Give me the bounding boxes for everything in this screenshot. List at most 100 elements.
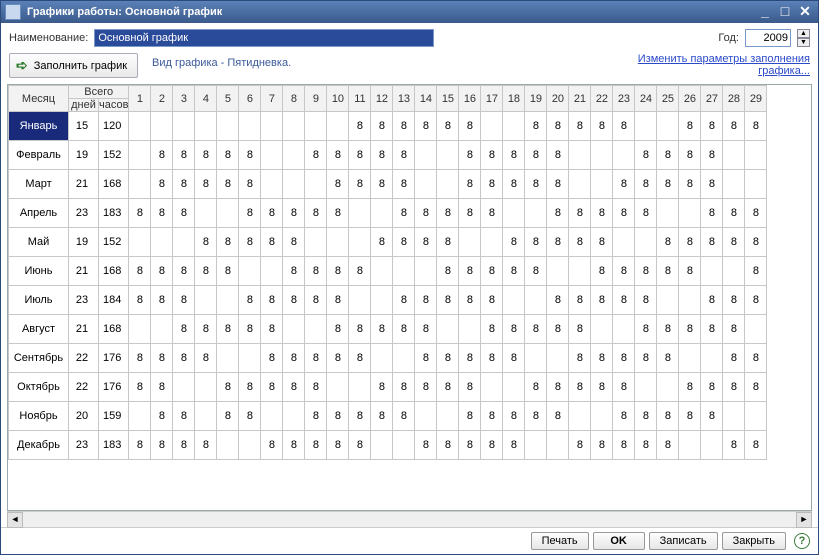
day-cell[interactable] — [613, 228, 635, 257]
month-cell[interactable]: Февраль — [9, 141, 69, 170]
day-cell[interactable] — [525, 286, 547, 315]
col-day-23[interactable]: 23 — [613, 86, 635, 112]
day-cell[interactable]: 8 — [349, 344, 371, 373]
day-cell[interactable]: 8 — [591, 199, 613, 228]
day-cell[interactable] — [415, 141, 437, 170]
day-cell[interactable]: 8 — [745, 199, 767, 228]
day-cell[interactable] — [173, 112, 195, 141]
day-cell[interactable]: 8 — [327, 402, 349, 431]
day-cell[interactable]: 8 — [679, 170, 701, 199]
day-cell[interactable]: 8 — [129, 257, 151, 286]
day-cell[interactable]: 8 — [349, 112, 371, 141]
day-cell[interactable]: 8 — [657, 315, 679, 344]
hours-cell[interactable]: 152 — [99, 141, 129, 170]
day-cell[interactable]: 8 — [327, 286, 349, 315]
day-cell[interactable] — [547, 431, 569, 460]
day-cell[interactable] — [657, 199, 679, 228]
day-cell[interactable] — [305, 228, 327, 257]
col-day-2[interactable]: 2 — [151, 86, 173, 112]
day-cell[interactable]: 8 — [547, 141, 569, 170]
day-cell[interactable]: 8 — [481, 141, 503, 170]
month-cell[interactable]: Апрель — [9, 199, 69, 228]
day-cell[interactable] — [591, 141, 613, 170]
day-cell[interactable]: 8 — [635, 170, 657, 199]
day-cell[interactable]: 8 — [305, 344, 327, 373]
title-bar[interactable]: Графики работы: Основной график _ □ ✕ — [1, 1, 818, 23]
ok-button[interactable]: OK — [593, 532, 645, 550]
day-cell[interactable]: 8 — [569, 373, 591, 402]
month-cell[interactable]: Октябрь — [9, 373, 69, 402]
close-form-button[interactable]: Закрыть — [722, 532, 786, 550]
name-input[interactable] — [94, 29, 434, 47]
day-cell[interactable] — [569, 141, 591, 170]
day-cell[interactable]: 8 — [195, 344, 217, 373]
day-cell[interactable]: 8 — [525, 257, 547, 286]
day-cell[interactable] — [371, 286, 393, 315]
col-day-6[interactable]: 6 — [239, 86, 261, 112]
table-row[interactable]: Январь15120888888888888888 — [9, 112, 767, 141]
day-cell[interactable]: 8 — [283, 344, 305, 373]
day-cell[interactable]: 8 — [305, 257, 327, 286]
day-cell[interactable]: 8 — [151, 344, 173, 373]
day-cell[interactable]: 8 — [415, 199, 437, 228]
col-day-8[interactable]: 8 — [283, 86, 305, 112]
day-cell[interactable]: 8 — [745, 431, 767, 460]
day-cell[interactable]: 8 — [173, 344, 195, 373]
day-cell[interactable]: 8 — [459, 402, 481, 431]
day-cell[interactable]: 8 — [679, 257, 701, 286]
col-day-13[interactable]: 13 — [393, 86, 415, 112]
day-cell[interactable]: 8 — [349, 431, 371, 460]
days-cell[interactable]: 21 — [69, 315, 99, 344]
day-cell[interactable]: 8 — [503, 141, 525, 170]
hours-cell[interactable]: 168 — [99, 257, 129, 286]
day-cell[interactable] — [371, 431, 393, 460]
day-cell[interactable]: 8 — [503, 344, 525, 373]
day-cell[interactable]: 8 — [591, 257, 613, 286]
day-cell[interactable]: 8 — [745, 257, 767, 286]
day-cell[interactable] — [657, 112, 679, 141]
day-cell[interactable] — [415, 402, 437, 431]
day-cell[interactable] — [459, 315, 481, 344]
day-cell[interactable]: 8 — [723, 315, 745, 344]
day-cell[interactable] — [525, 199, 547, 228]
col-day-19[interactable]: 19 — [525, 86, 547, 112]
col-day-17[interactable]: 17 — [481, 86, 503, 112]
day-cell[interactable] — [239, 257, 261, 286]
day-cell[interactable]: 8 — [129, 199, 151, 228]
day-cell[interactable]: 8 — [217, 402, 239, 431]
day-cell[interactable] — [283, 315, 305, 344]
day-cell[interactable]: 8 — [503, 315, 525, 344]
col-day-3[interactable]: 3 — [173, 86, 195, 112]
hours-cell[interactable]: 159 — [99, 402, 129, 431]
days-cell[interactable]: 23 — [69, 199, 99, 228]
day-cell[interactable]: 8 — [613, 257, 635, 286]
day-cell[interactable] — [591, 402, 613, 431]
day-cell[interactable]: 8 — [437, 257, 459, 286]
day-cell[interactable] — [129, 112, 151, 141]
day-cell[interactable]: 8 — [437, 431, 459, 460]
month-cell[interactable]: Июнь — [9, 257, 69, 286]
day-cell[interactable]: 8 — [393, 402, 415, 431]
day-cell[interactable]: 8 — [283, 199, 305, 228]
print-button[interactable]: Печать — [531, 532, 589, 550]
day-cell[interactable]: 8 — [459, 431, 481, 460]
day-cell[interactable]: 8 — [195, 141, 217, 170]
day-cell[interactable]: 8 — [569, 431, 591, 460]
day-cell[interactable]: 8 — [151, 199, 173, 228]
day-cell[interactable]: 8 — [305, 373, 327, 402]
day-cell[interactable]: 8 — [261, 315, 283, 344]
day-cell[interactable]: 8 — [371, 228, 393, 257]
day-cell[interactable]: 8 — [613, 286, 635, 315]
day-cell[interactable]: 8 — [283, 257, 305, 286]
month-cell[interactable]: Декабрь — [9, 431, 69, 460]
month-cell[interactable]: Март — [9, 170, 69, 199]
day-cell[interactable] — [129, 170, 151, 199]
day-cell[interactable] — [635, 373, 657, 402]
day-cell[interactable] — [657, 286, 679, 315]
day-cell[interactable] — [261, 170, 283, 199]
day-cell[interactable]: 8 — [547, 170, 569, 199]
day-cell[interactable]: 8 — [569, 199, 591, 228]
day-cell[interactable]: 8 — [305, 431, 327, 460]
day-cell[interactable] — [129, 141, 151, 170]
day-cell[interactable] — [195, 402, 217, 431]
